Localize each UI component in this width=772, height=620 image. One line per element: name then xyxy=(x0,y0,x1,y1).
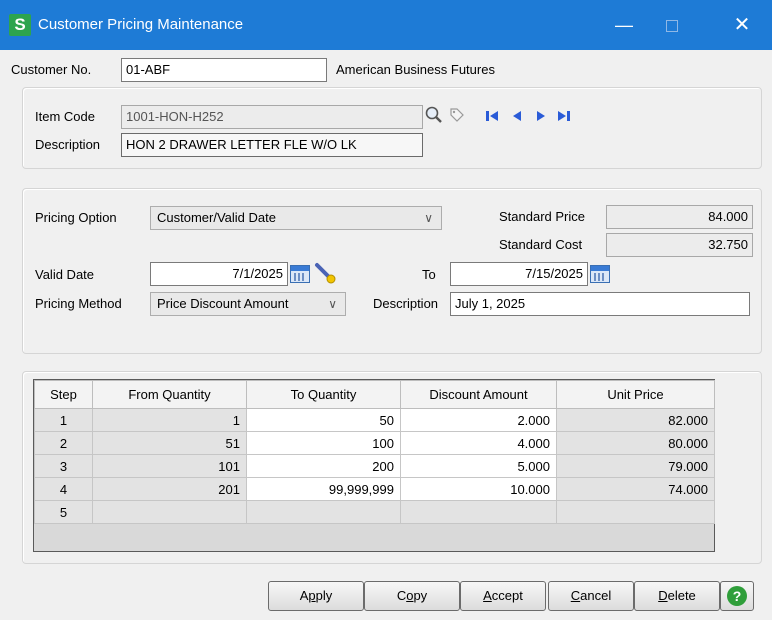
column-header-from-quantity[interactable]: From Quantity xyxy=(92,380,247,409)
valid-date-field[interactable]: 7/1/2025 xyxy=(150,262,288,286)
step-cell: 3 xyxy=(34,454,93,478)
customer-name: American Business Futures xyxy=(336,62,495,77)
to-quantity-cell[interactable] xyxy=(246,500,401,524)
table-row[interactable]: 2 51 100 4.000 80.000 xyxy=(34,431,715,455)
from-quantity-cell: 201 xyxy=(92,477,247,501)
item-code-field[interactable]: 1001-HON-H252 xyxy=(121,105,423,129)
calendar-icon[interactable] xyxy=(590,265,610,283)
help-icon: ? xyxy=(727,586,747,606)
to-quantity-cell[interactable]: 200 xyxy=(246,454,401,478)
cancel-button-accelerator: C xyxy=(570,588,581,603)
apply-button[interactable]: Apply xyxy=(268,581,364,611)
next-record-icon[interactable] xyxy=(535,109,547,123)
cancel-button[interactable]: Cancel xyxy=(548,581,634,611)
column-header-to-quantity[interactable]: To Quantity xyxy=(246,380,401,409)
to-quantity-cell[interactable]: 100 xyxy=(246,431,401,455)
discount-amount-cell[interactable]: 4.000 xyxy=(400,431,557,455)
step-cell: 1 xyxy=(34,408,93,432)
table-row[interactable]: 5 xyxy=(34,500,715,524)
accept-button[interactable]: Accept xyxy=(460,581,546,611)
discount-amount-cell[interactable]: 2.000 xyxy=(400,408,557,432)
chevron-down-icon: ∨ xyxy=(328,297,337,311)
wand-icon[interactable] xyxy=(314,262,338,286)
title-bar: S Customer Pricing Maintenance — ✕ xyxy=(0,0,772,50)
accept-button-accelerator: A xyxy=(483,588,492,603)
cancel-button-label-rest: ancel xyxy=(580,588,612,603)
calendar-icon[interactable] xyxy=(290,265,310,283)
to-date-field[interactable]: 7/15/2025 xyxy=(450,262,588,286)
apply-button-label-rest: ply xyxy=(315,588,333,603)
customer-no-field[interactable]: 01-ABF xyxy=(121,58,327,82)
to-date-label: To xyxy=(422,267,436,282)
step-cell: 4 xyxy=(34,477,93,501)
standard-price-label: Standard Price xyxy=(499,209,585,224)
table-row[interactable]: 3 101 200 5.000 79.000 xyxy=(34,454,715,478)
pricing-description-field[interactable]: July 1, 2025 xyxy=(450,292,750,316)
pricing-method-value: Price Discount Amount xyxy=(157,296,289,311)
pricing-method-label: Pricing Method xyxy=(35,296,122,311)
pricing-option-value: Customer/Valid Date xyxy=(157,210,276,225)
valid-date-label: Valid Date xyxy=(35,267,95,282)
pricing-option-select[interactable]: Customer/Valid Date ∨ xyxy=(150,206,442,230)
discount-amount-cell[interactable]: 10.000 xyxy=(400,477,557,501)
delete-button-accelerator: D xyxy=(658,588,668,603)
unit-price-cell: 79.000 xyxy=(556,454,715,478)
previous-record-icon[interactable] xyxy=(511,109,523,123)
pricing-option-label: Pricing Option xyxy=(35,210,117,225)
delete-button[interactable]: Delete xyxy=(634,581,720,611)
from-quantity-cell xyxy=(92,500,247,524)
discount-amount-cell[interactable]: 5.000 xyxy=(400,454,557,478)
unit-price-cell xyxy=(556,500,715,524)
table-row[interactable]: 1 1 50 2.000 82.000 xyxy=(34,408,715,432)
table-row[interactable]: 4 201 99,999,999 10.000 74.000 xyxy=(34,477,715,501)
copy-button-label: C xyxy=(396,588,407,603)
standard-cost-label: Standard Cost xyxy=(499,237,583,252)
last-record-icon[interactable] xyxy=(555,109,571,123)
unit-price-cell: 74.000 xyxy=(556,477,715,501)
app-icon: S xyxy=(9,14,31,36)
grid-header-row: Step From Quantity To Quantity Discount … xyxy=(34,380,715,409)
unit-price-cell: 80.000 xyxy=(556,431,715,455)
column-header-step[interactable]: Step xyxy=(34,380,93,409)
item-description-field[interactable]: HON 2 DRAWER LETTER FLE W/O LK xyxy=(121,133,423,157)
to-quantity-cell[interactable]: 99,999,999 xyxy=(246,477,401,501)
column-header-unit-price[interactable]: Unit Price xyxy=(556,380,715,409)
from-quantity-cell: 101 xyxy=(92,454,247,478)
tag-icon[interactable] xyxy=(448,106,466,124)
standard-price-field: 84.000 xyxy=(606,205,753,229)
from-quantity-cell: 51 xyxy=(92,431,247,455)
copy-button[interactable]: Copy xyxy=(364,581,460,611)
minimize-button[interactable]: — xyxy=(600,0,648,50)
column-header-discount-amount[interactable]: Discount Amount xyxy=(400,380,557,409)
standard-cost-field: 32.750 xyxy=(606,233,753,257)
magnifier-icon[interactable] xyxy=(424,105,444,125)
from-quantity-cell: 1 xyxy=(92,408,247,432)
chevron-down-icon: ∨ xyxy=(424,211,433,225)
window-title: Customer Pricing Maintenance xyxy=(38,16,244,33)
delete-button-label-rest: elete xyxy=(667,588,696,603)
step-cell: 2 xyxy=(34,431,93,455)
unit-price-cell: 82.000 xyxy=(556,408,715,432)
to-quantity-cell[interactable]: 50 xyxy=(246,408,401,432)
maximize-button[interactable] xyxy=(648,0,696,50)
maximize-icon xyxy=(666,20,678,33)
help-button[interactable]: ? xyxy=(720,581,754,611)
item-code-label: Item Code xyxy=(35,109,95,124)
pricing-grid: Step From Quantity To Quantity Discount … xyxy=(34,380,715,524)
pricing-method-select[interactable]: Price Discount Amount ∨ xyxy=(150,292,346,316)
pricing-description-label: Description xyxy=(373,296,439,311)
customer-no-label: Customer No. xyxy=(11,62,92,77)
copy-button-label-rest: py xyxy=(413,588,428,603)
step-cell: 5 xyxy=(34,500,93,524)
first-record-icon[interactable] xyxy=(485,109,501,123)
item-description-label: Description xyxy=(35,137,101,152)
accept-button-label-rest: ccept xyxy=(491,588,523,603)
apply-button-accelerator: p xyxy=(308,588,316,603)
discount-amount-cell[interactable] xyxy=(400,500,557,524)
close-button[interactable]: ✕ xyxy=(718,0,766,50)
